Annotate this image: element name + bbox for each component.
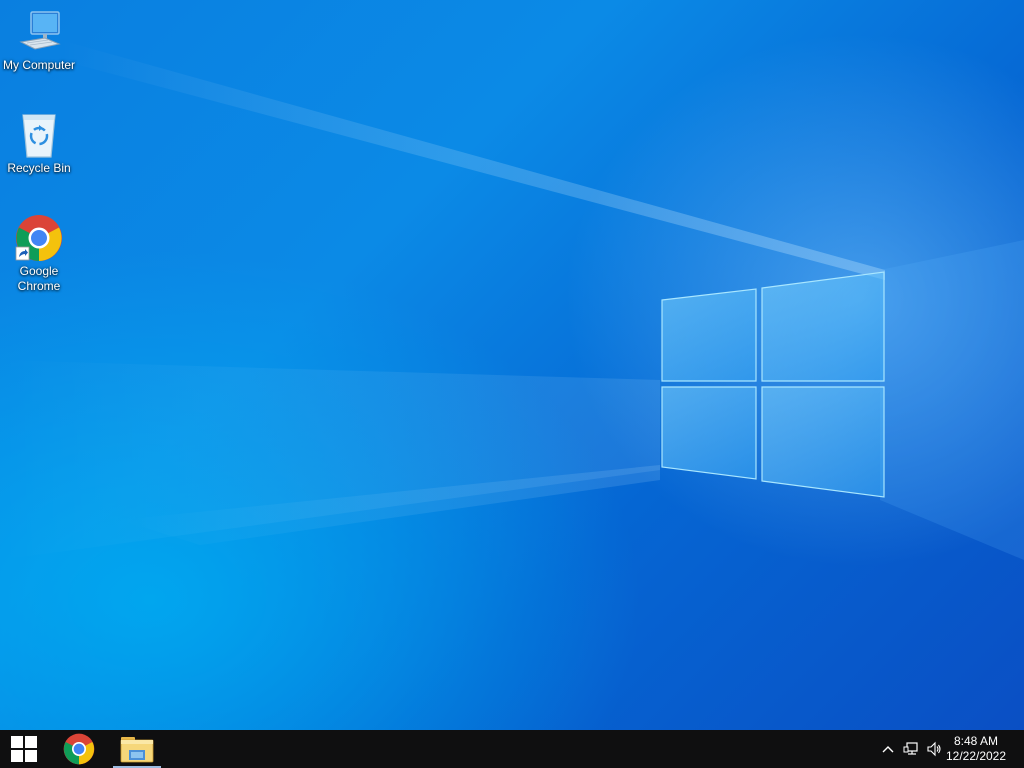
clock-time: 8:48 AM bbox=[953, 734, 999, 748]
clock-date: 12/22/2022 bbox=[945, 749, 1007, 763]
chrome-icon bbox=[63, 733, 95, 765]
desktop-icon-label: Recycle Bin bbox=[7, 161, 71, 175]
folder-icon bbox=[120, 737, 154, 763]
desktop-icon-label: Google Chrome bbox=[17, 264, 61, 293]
taskbar: 8:48 AM 12/22/2022 bbox=[0, 730, 1024, 768]
desktop-icon-label: My Computer bbox=[2, 58, 76, 72]
taskbar-file-explorer-button[interactable] bbox=[113, 730, 161, 768]
windows-logo-icon bbox=[11, 736, 37, 762]
desktop-icon-recycle-bin[interactable]: Recycle Bin bbox=[1, 111, 77, 176]
network-icon[interactable] bbox=[903, 741, 919, 757]
recycle-bin-icon bbox=[15, 111, 63, 159]
clock[interactable]: 8:48 AM 12/22/2022 bbox=[940, 734, 1012, 764]
wallpaper-windows-logo bbox=[661, 271, 885, 498]
system-tray: 8:48 AM 12/22/2022 bbox=[864, 730, 1024, 768]
taskbar-chrome-button[interactable] bbox=[55, 730, 103, 768]
monitor-computer-icon bbox=[15, 8, 63, 56]
start-button[interactable] bbox=[0, 730, 48, 768]
chrome-icon bbox=[15, 214, 63, 262]
desktop[interactable]: My Computer Recycle Bin Google Chrome bbox=[0, 0, 1024, 730]
chevron-up-icon[interactable] bbox=[880, 741, 896, 757]
desktop-icon-google-chrome[interactable]: Google Chrome bbox=[1, 214, 77, 294]
desktop-icon-my-computer[interactable]: My Computer bbox=[1, 8, 77, 73]
